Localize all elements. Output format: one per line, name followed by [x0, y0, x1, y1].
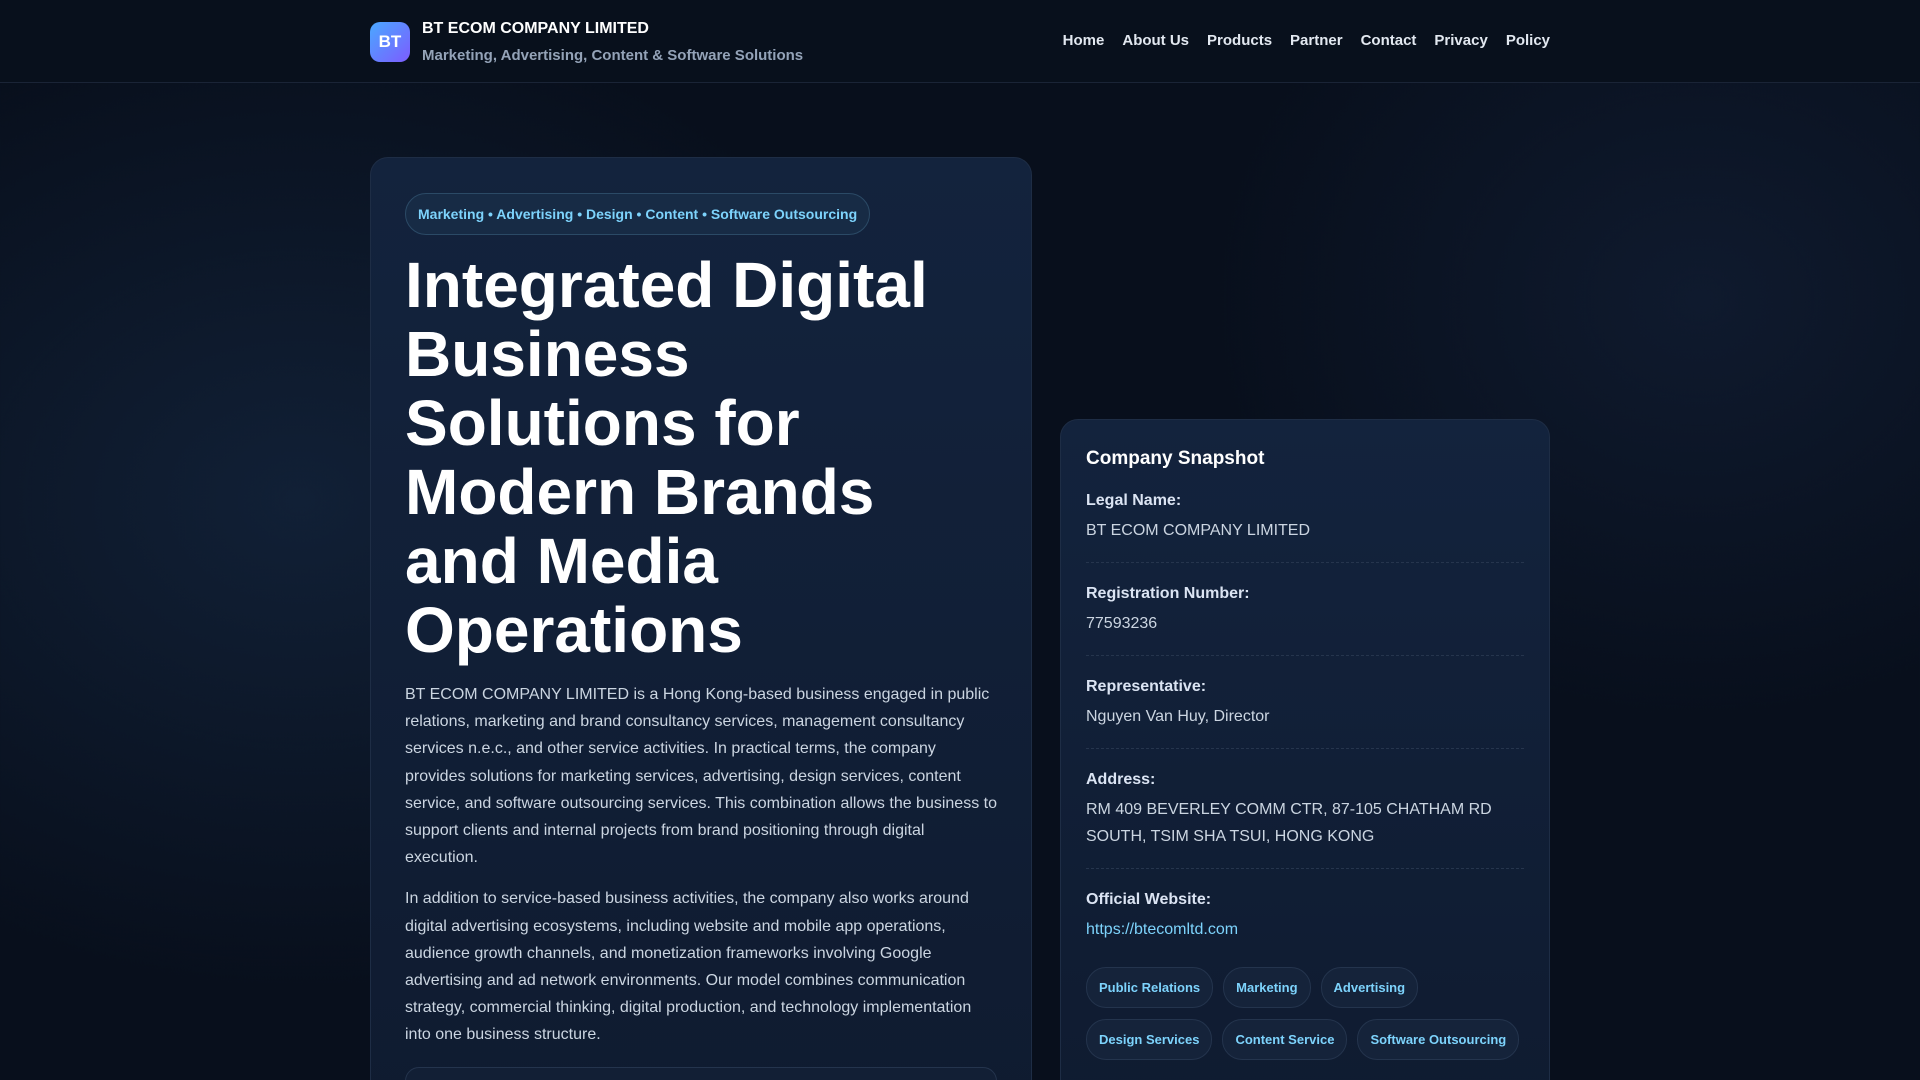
nav-privacy[interactable]: Privacy	[1434, 32, 1487, 49]
website-row: Official Website: https://btecomltd.com	[1086, 869, 1524, 961]
field-value: Nguyen Van Huy, Director	[1086, 708, 1270, 725]
field-label: Address:	[1086, 771, 1156, 788]
tag: Software Outsourcing	[1357, 1019, 1520, 1060]
detail-paragraph: In addition to service-based business ac…	[405, 890, 972, 1044]
field-label: Official Website:	[1086, 891, 1212, 908]
logo: BT	[370, 22, 410, 62]
tag: Content Service	[1222, 1019, 1348, 1060]
services-badge: Marketing • Advertising • Design • Conte…	[405, 193, 871, 235]
intro-paragraph: BT ECOM COMPANY LIMITED is a Hong Kong-b…	[405, 686, 997, 867]
field-label: Legal Name:	[1086, 492, 1182, 509]
representative-row: Representative: Nguyen Van Huy, Director	[1086, 656, 1524, 749]
company-name: BT ECOM COMPANY LIMITED	[422, 20, 649, 37]
nav-about-us[interactable]: About Us	[1122, 32, 1189, 49]
field-value: RM 409 BEVERLEY COMM CTR, 87-105 CHATHAM…	[1086, 801, 1492, 845]
address-row: Address: RM 409 BEVERLEY COMM CTR, 87-10…	[1086, 749, 1524, 869]
registration-row: Registration Number: 77593236	[1086, 563, 1524, 656]
tagline: Marketing, Advertising, Content & Softwa…	[422, 47, 804, 64]
tag: Advertising	[1320, 967, 1419, 1008]
tag: Design Services	[1086, 1019, 1213, 1060]
nav-partner[interactable]: Partner	[1290, 32, 1343, 49]
tag: Marketing	[1223, 967, 1311, 1008]
field-label: Registration Number:	[1086, 585, 1250, 602]
main-nav: Home About Us Products Partner Contact P…	[1063, 32, 1550, 49]
field-label: Representative:	[1086, 678, 1207, 695]
nav-policy[interactable]: Policy	[1506, 32, 1550, 49]
snapshot-title: Company Snapshot	[1086, 448, 1265, 469]
nav-contact[interactable]: Contact	[1361, 32, 1417, 49]
tag: Public Relations	[1086, 967, 1214, 1008]
nav-products[interactable]: Products	[1207, 32, 1272, 49]
service-tags: Public Relations Marketing Advertising D…	[1086, 967, 1524, 1060]
legal-name-row: Legal Name: BT ECOM COMPANY LIMITED	[1086, 470, 1524, 563]
hero-card: Marketing • Advertising • Design • Conte…	[370, 157, 1032, 1080]
field-value: 77593236	[1086, 615, 1158, 632]
info-box	[405, 1066, 997, 1080]
website-link[interactable]: https://btecomltd.com	[1086, 921, 1238, 938]
company-snapshot-card: Company Snapshot Legal Name: BT ECOM COM…	[1060, 419, 1550, 1080]
hero-title: Integrated Digital Business Solutions fo…	[405, 249, 928, 666]
nav-home[interactable]: Home	[1063, 32, 1105, 49]
site-header: BT BT ECOM COMPANY LIMITED Marketing, Ad…	[0, 0, 1920, 83]
field-value: BT ECOM COMPANY LIMITED	[1086, 522, 1311, 539]
brand[interactable]: BT BT ECOM COMPANY LIMITED Marketing, Ad…	[370, 20, 804, 64]
